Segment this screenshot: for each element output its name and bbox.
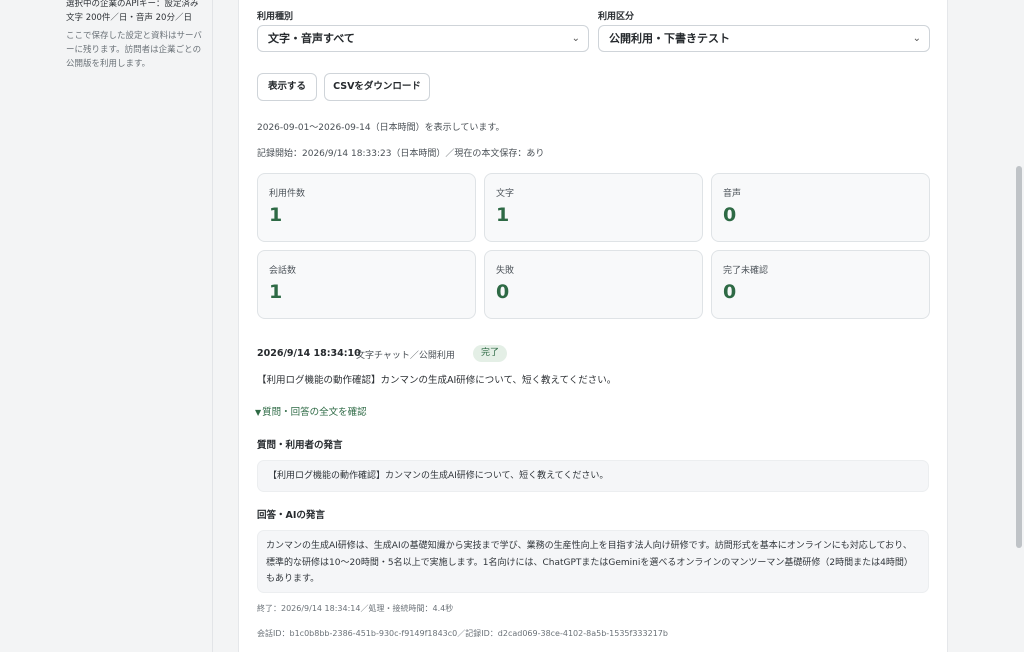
question-text: 【利用ログ機能の動作確認】カンマンの生成AI研修について、短く教えてください。 <box>268 471 609 481</box>
stat-label: 会話数 <box>269 266 297 276</box>
status-badge: 完了 <box>473 345 508 362</box>
stat-label: 完了未確認 <box>723 266 769 276</box>
answer-text: カンマンの生成AI研修は、生成AIの基礎知識から実技まで学び、業務の生産性向上を… <box>266 541 913 584</box>
chevron-down-icon: ⌄ <box>571 33 580 44</box>
api-key-status: 選択中の企業のAPIキー：設定済み <box>66 0 199 9</box>
stat-value: 0 <box>723 281 737 303</box>
stat-card-total: 利用件数 1 <box>257 173 476 242</box>
stat-value: 0 <box>496 281 510 303</box>
record-text: 記録開始：2026/9/14 18:33:23（日本時間）／現在の本文保存：あり <box>257 149 545 159</box>
stat-card-voice: 音声 0 <box>711 173 930 242</box>
stat-label: 文字 <box>496 189 515 199</box>
stat-value: 1 <box>269 281 283 303</box>
usage-type-label: 利用種別 <box>257 12 294 22</box>
answer-box: カンマンの生成AI研修は、生成AIの基礎知識から実技まで学び、業務の生産性向上を… <box>257 530 929 593</box>
id-info: 会話ID：b1c0b8bb-2386-451b-930c-f9149f1843c… <box>257 629 668 638</box>
sidebar-note: ここで保存した設定と資料はサーバーに残ります。訪問者は企業ごとの公開版を利用しま… <box>66 31 202 69</box>
end-info: 終了：2026/9/14 18:34:14／処理・接続時間：4.4秒 <box>257 604 454 613</box>
answer-heading: 回答・AIの発言 <box>257 510 325 521</box>
stat-label: 失敗 <box>496 266 515 276</box>
stat-card-unconfirmed: 完了未確認 0 <box>711 250 930 319</box>
usage-scope-value: 公開利用・下書きテスト <box>609 32 730 45</box>
show-button[interactable]: 表示する <box>257 73 317 101</box>
sidebar: 選択中の企業のAPIキー：設定済み 文字 200件／日・音声 20分／日 ここで… <box>52 0 213 652</box>
stat-card-failed: 失敗 0 <box>484 250 703 319</box>
log-meta: 文字チャット／公開利用 <box>356 351 455 361</box>
usage-scope-select[interactable]: 公開利用・下書きテスト ⌄ <box>598 25 930 52</box>
csv-download-button[interactable]: CSVをダウンロード <box>324 73 430 101</box>
main-panel: 利用種別 文字・音声すべて ⌄ 利用区分 公開利用・下書きテスト ⌄ 表示する … <box>238 0 948 652</box>
toggle-label: 質問・回答の全文を確認 <box>262 407 367 418</box>
question-heading: 質問・利用者の発言 <box>257 440 343 451</box>
usage-type-value: 文字・音声すべて <box>268 32 355 45</box>
stat-label: 利用件数 <box>269 189 306 199</box>
usage-limits: 文字 200件／日・音声 20分／日 <box>66 13 192 23</box>
triangle-down-icon: ▼ <box>255 408 262 417</box>
stat-value: 0 <box>723 204 737 226</box>
usage-type-select[interactable]: 文字・音声すべて ⌄ <box>257 25 589 52</box>
stat-value: 1 <box>269 204 283 226</box>
stat-value: 1 <box>496 204 510 226</box>
question-box: 【利用ログ機能の動作確認】カンマンの生成AI研修について、短く教えてください。 <box>257 460 929 492</box>
usage-scope-label: 利用区分 <box>598 12 635 22</box>
stat-label: 音声 <box>723 189 742 199</box>
log-time: 2026/9/14 18:34:10 <box>257 348 361 359</box>
full-text-toggle[interactable]: ▼質問・回答の全文を確認 <box>255 404 367 418</box>
scrollbar-thumb[interactable] <box>1016 166 1022 548</box>
stat-card-conversations: 会話数 1 <box>257 250 476 319</box>
log-question-preview: 【利用ログ機能の動作確認】カンマンの生成AI研修について、短く教えてください。 <box>257 375 617 386</box>
chevron-down-icon: ⌄ <box>912 33 921 44</box>
stat-card-text: 文字 1 <box>484 173 703 242</box>
range-text: 2026-09-01〜2026-09-14（日本時間）を表示しています。 <box>257 123 505 133</box>
